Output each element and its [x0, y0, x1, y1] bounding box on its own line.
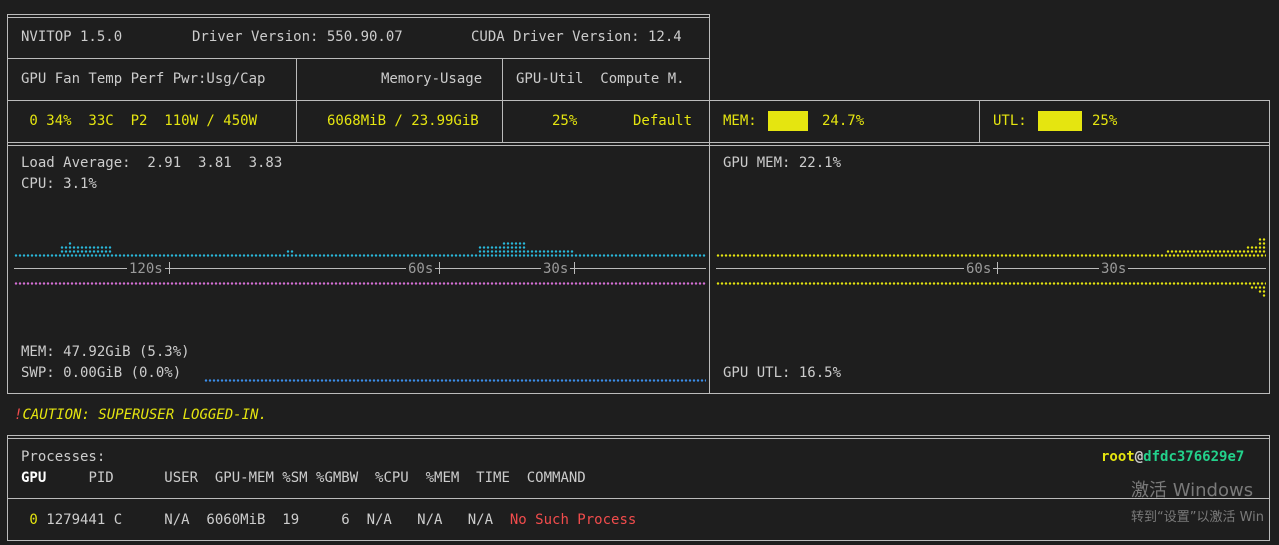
border: [709, 142, 710, 394]
utl-bar-percent: 25%: [1092, 113, 1118, 129]
border: [1269, 142, 1270, 394]
cpu-history-spike: [502, 242, 526, 245]
timeline-label-60s: 60s: [406, 260, 436, 278]
border: [7, 142, 8, 394]
mem-bar: [768, 111, 808, 131]
process-columns: 1279441 C N/A 6060MiB 19 6 N/A N/A N/A: [37, 512, 510, 528]
user-name: root: [1101, 449, 1135, 465]
border: [1269, 100, 1270, 142]
border: [7, 393, 1270, 394]
border: [7, 14, 710, 15]
border: [979, 100, 980, 142]
border: [7, 435, 8, 541]
activation-watermark-title: 激活 Windows: [1131, 480, 1254, 501]
gpu-utl-history-spike: [1262, 294, 1266, 297]
border: [7, 435, 1270, 436]
cpu-history-spike: [68, 242, 72, 245]
header-columns: PID USER GPU-MEM %SM %GMBW %CPU %MEM TIM…: [46, 470, 586, 486]
border: [709, 100, 1270, 101]
border: [7, 142, 1270, 143]
cpu-percent: CPU: 3.1%: [21, 176, 97, 192]
border: [502, 58, 503, 142]
utl-bar: [1038, 111, 1082, 131]
cpu-history-spike: [286, 250, 294, 253]
swap-history-line: [204, 379, 706, 382]
timeline-tick: [169, 262, 170, 274]
gpu-utl-history-spike: [1258, 290, 1266, 293]
user-host: root@dfdc376629e7: [1101, 447, 1244, 468]
process-command: No Such Process: [509, 512, 637, 528]
host-name: dfdc376629e7: [1143, 449, 1245, 465]
cuda-version: CUDA Driver Version: 12.4: [471, 29, 682, 45]
user-at: @: [1134, 449, 1144, 465]
driver-version: Driver Version: 550.90.07: [192, 29, 403, 45]
gpu-utl-percent: GPU UTL: 16.5%: [723, 365, 842, 381]
activation-watermark-hint: 转到“设置”以激活 Win: [1131, 510, 1265, 525]
compute-mode: Default: [633, 113, 693, 129]
gpu-mem-history-rise: [1258, 238, 1266, 241]
utl-bar-label: UTL:: [993, 113, 1027, 129]
border: [709, 100, 710, 142]
border: [7, 14, 8, 142]
gpu-mem-history-rise: [1166, 250, 1266, 253]
timeline-tick: [574, 262, 575, 274]
memory-column-header: Memory-Usage: [381, 71, 483, 87]
cpu-history-spike: [478, 250, 574, 253]
timeline-axis: [14, 268, 706, 269]
border: [1269, 435, 1270, 541]
process-table-header: GPU PID USER GPU-MEM %SM %GMBW %CPU %MEM…: [21, 468, 586, 489]
cpu-history-baseline: [14, 254, 706, 257]
cpu-history-spike: [478, 246, 526, 249]
gpu-utl-history-spike: [1250, 286, 1266, 289]
table-row[interactable]: 0 1279441 C N/A 6060MiB 19 6 N/A N/A N/A…: [21, 510, 636, 531]
border: [296, 58, 297, 142]
gpu-columns-header: GPU Fan Temp Perf Pwr:Usg/Cap: [21, 71, 266, 87]
app-version: NVITOP 1.5.0: [21, 29, 123, 45]
load-average: Load Average: 2.91 3.81 3.83: [21, 155, 283, 171]
gpu-mem-history-rise: [1258, 242, 1266, 245]
border: [7, 145, 1270, 146]
gpu-memory-usage: 6068MiB / 23.99GiB: [327, 113, 479, 129]
border: [7, 438, 1270, 439]
caution-banner: !CAUTION: SUPERUSER LOGGED-IN.: [14, 405, 267, 426]
gpu-mem-percent: GPU MEM: 22.1%: [723, 155, 842, 171]
gpu-row[interactable]: 0 34% 33C P2 110W / 450W: [21, 111, 257, 132]
timeline-label-30s: 30s: [541, 260, 571, 278]
border: [7, 17, 710, 18]
host-mem: MEM: 47.92GiB (5.3%): [21, 344, 190, 360]
gpu-timeline-label-60s: 60s: [964, 260, 994, 278]
cpu-history-spike: [60, 250, 112, 253]
mem-bar-label: MEM:: [723, 113, 757, 129]
timeline-label-120s: 120s: [127, 260, 165, 278]
border: [7, 498, 1270, 499]
gpu-mem-history-rise: [1246, 246, 1266, 249]
border: [7, 58, 710, 59]
gpu-timeline-label-30s: 30s: [1099, 260, 1129, 278]
host-swap: SWP: 0.00GiB (0.0%): [21, 365, 182, 381]
border: [7, 540, 1270, 541]
timeline-tick: [439, 262, 440, 274]
cpu-history-spike: [60, 246, 112, 249]
border: [709, 14, 710, 100]
mem-history-line: [14, 282, 706, 285]
util-column-header: GPU-Util Compute M.: [516, 71, 685, 87]
border: [7, 100, 710, 101]
header-gpu: GPU: [21, 470, 47, 486]
processes-title: Processes:: [21, 449, 106, 465]
gpu-mem-history-baseline: [716, 254, 1266, 257]
gpu-timeline-tick: [997, 262, 998, 274]
mem-bar-percent: 24.7%: [822, 113, 865, 129]
process-gpu-index: 0: [21, 512, 38, 528]
gpu-util: 25%: [552, 113, 578, 129]
gpu-utl-history-baseline: [716, 282, 1266, 285]
caution-text: CAUTION: SUPERUSER LOGGED-IN.: [22, 407, 267, 423]
